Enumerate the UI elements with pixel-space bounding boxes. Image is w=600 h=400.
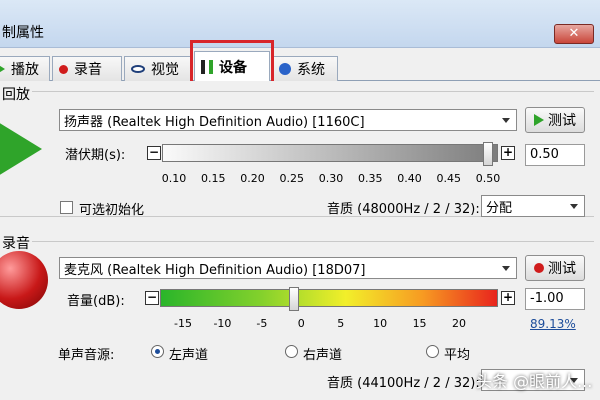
volume-label: 音量(dB):: [67, 294, 125, 309]
mono-average-radio[interactable]: [426, 345, 439, 358]
eye-icon: [131, 65, 145, 73]
tab-recording[interactable]: 录音: [52, 56, 122, 81]
volume-tick-labels: -15 -10 -5 0 5 10 15 20: [174, 317, 466, 331]
device-panel: 回放 扬声器 (Realtek High Definition Audio) […: [0, 81, 600, 400]
test-label: 测试: [548, 261, 576, 277]
mono-source-label: 单声音源:: [58, 348, 115, 363]
tick-label: 0.50: [475, 172, 501, 185]
close-icon: ✕: [568, 26, 580, 41]
recording-device-select[interactable]: 麦克风 (Realtek High Definition Audio) [18D…: [59, 257, 517, 279]
play-icon: [534, 114, 544, 126]
tab-label: 视觉: [151, 62, 179, 78]
info-icon: [279, 63, 291, 75]
volume-increase-button[interactable]: +: [501, 291, 515, 305]
volume-slider-thumb[interactable]: [289, 287, 299, 311]
tick-label: 10: [373, 317, 388, 330]
recording-device-value: 麦克风 (Realtek High Definition Audio) [18D…: [64, 262, 366, 278]
playback-quality-select[interactable]: 分配: [481, 195, 585, 217]
tick-label: 0.35: [358, 172, 383, 185]
tab-label: 录音: [74, 62, 102, 78]
latency-increase-button[interactable]: +: [501, 146, 515, 160]
recording-group-label: 录音: [0, 233, 32, 253]
tab-strip: 播放 录音 视觉 设备 系统: [0, 48, 600, 82]
tick-label: -10: [213, 317, 232, 330]
playback-play-icon: [0, 111, 42, 187]
tick-label: 15: [412, 317, 427, 330]
latency-label: 潜伏期(s):: [65, 148, 126, 163]
mono-average-label: 平均: [444, 348, 471, 363]
latency-tick-labels: 0.10 0.15 0.20 0.25 0.30 0.35 0.40 0.45 0.50: [162, 172, 501, 186]
playback-quality-label: 音质 (48000Hz / 2 / 32):: [327, 202, 480, 217]
tab-system[interactable]: 系统: [272, 56, 338, 81]
chevron-down-icon: [570, 204, 578, 209]
tick-label: 0: [297, 317, 305, 330]
tick-label: 0.45: [436, 172, 462, 185]
chevron-down-icon: [502, 266, 510, 271]
recording-quality-label: 音质 (44100Hz / 2 / 32):: [327, 376, 480, 391]
mono-right-radio[interactable]: [285, 345, 298, 358]
tick-label: 20: [452, 317, 466, 330]
title-bar: 制属性 ✕: [0, 0, 600, 48]
record-icon: [59, 64, 68, 74]
tick-label: 0.15: [201, 172, 226, 185]
mono-left-label: 左声道: [169, 348, 209, 363]
latency-slider[interactable]: [162, 142, 498, 166]
tick-label: 0.10: [161, 172, 187, 185]
optional-init-checkbox[interactable]: [60, 201, 73, 214]
mono-right-label: 右声道: [303, 348, 343, 363]
tick-label: 0.40: [397, 172, 422, 185]
tab-visual[interactable]: 视觉: [124, 56, 192, 81]
playback-device-select[interactable]: 扬声器 (Realtek High Definition Audio) [116…: [59, 109, 517, 131]
tick-label: -15: [174, 317, 192, 330]
mono-left-radio[interactable]: [151, 345, 164, 358]
latency-decrease-button[interactable]: −: [147, 146, 161, 160]
volume-decrease-button[interactable]: −: [145, 291, 159, 305]
test-label: 测试: [548, 113, 576, 129]
play-icon: [0, 64, 5, 74]
tick-label: 5: [337, 317, 345, 330]
playback-test-button[interactable]: 测试: [525, 107, 585, 133]
tick-label: 0.30: [318, 172, 344, 185]
tick-label: 0.25: [279, 172, 305, 185]
latency-value-field[interactable]: 0.50: [525, 144, 585, 166]
optional-init-label: 可选初始化: [79, 203, 145, 218]
tick-label: -5: [256, 317, 268, 330]
tab-label: 播放: [11, 62, 39, 78]
window-title: 制属性: [2, 25, 44, 41]
volume-value-field[interactable]: -1.00: [525, 288, 585, 310]
playback-group-label: 回放: [0, 84, 32, 104]
tab-playback[interactable]: 播放: [0, 56, 50, 81]
tick-label: 0.20: [240, 172, 265, 185]
playback-quality-value: 分配: [486, 200, 513, 216]
volume-slider[interactable]: [160, 287, 498, 311]
close-button[interactable]: ✕: [554, 24, 594, 44]
recording-test-button[interactable]: 测试: [525, 255, 585, 281]
chevron-down-icon: [502, 118, 510, 123]
playback-device-value: 扬声器 (Realtek High Definition Audio) [116…: [64, 114, 365, 130]
latency-slider-thumb[interactable]: [483, 142, 493, 166]
volume-percent-link[interactable]: 89.13%: [530, 317, 576, 331]
tab-label: 系统: [297, 62, 325, 78]
watermark: 头条 @眼前人...: [476, 372, 593, 391]
record-icon: [534, 263, 544, 273]
